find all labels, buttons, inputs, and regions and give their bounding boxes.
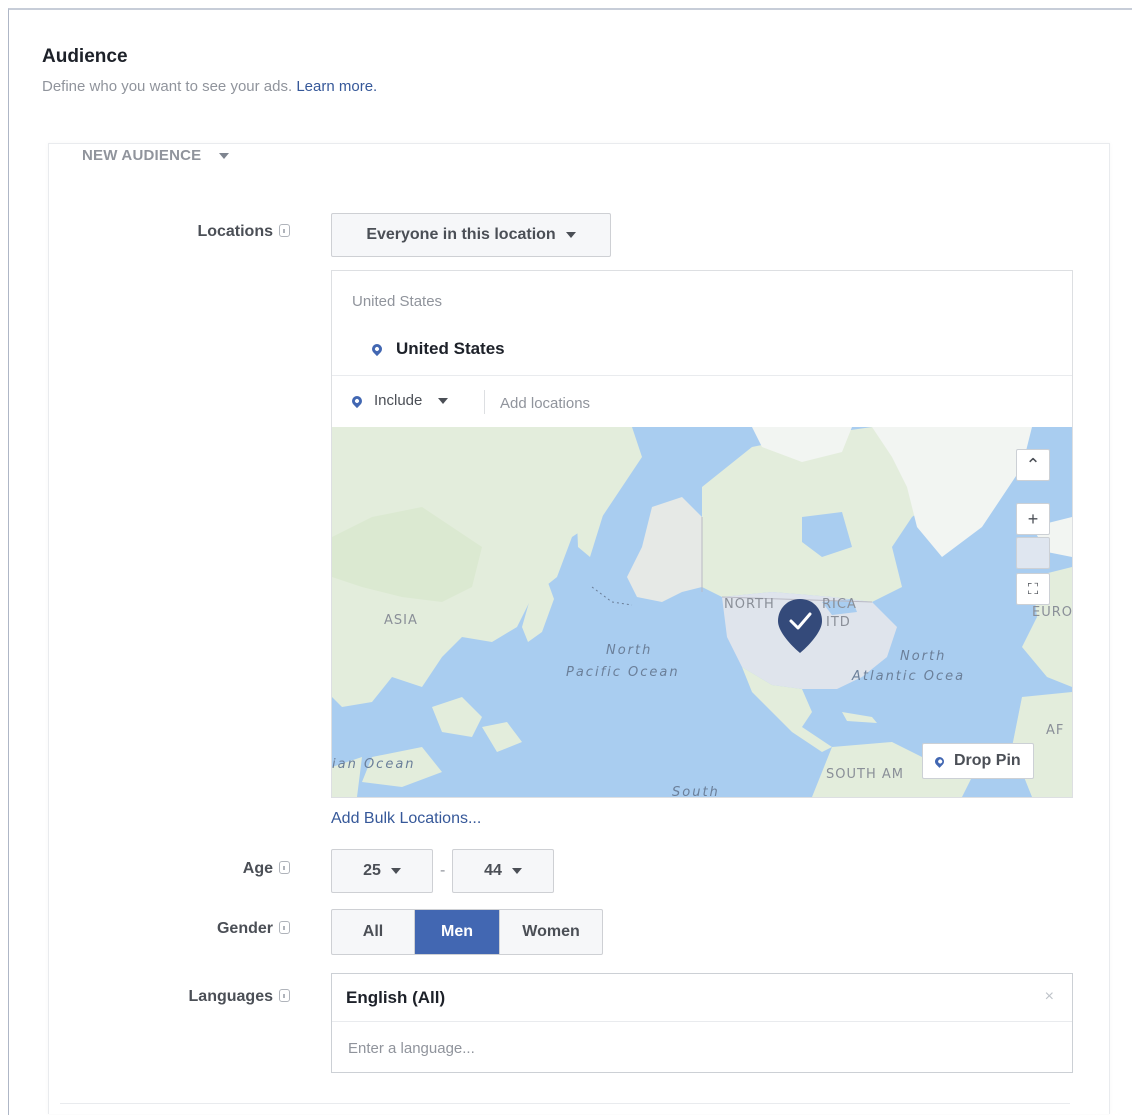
selected-language: English (All) xyxy=(346,988,446,1007)
subtitle-text: Define who you want to see your ads. xyxy=(42,78,293,95)
gender-men-option[interactable]: Men xyxy=(415,910,500,954)
locations-label: Locations xyxy=(0,223,290,241)
fit-bounds-button[interactable]: ⛶ xyxy=(1016,573,1050,605)
section-title: Audience xyxy=(42,46,128,67)
location-pin-icon xyxy=(369,341,385,357)
map-label-rica: RICA xyxy=(822,597,857,612)
age-min-value: 25 xyxy=(363,862,381,879)
map-label-north-atlantic: North xyxy=(900,649,947,664)
map-label-euro: EURO xyxy=(1032,605,1072,620)
divider xyxy=(484,390,485,414)
map-label-af: AF xyxy=(1046,723,1065,738)
selected-location-label: United States xyxy=(396,339,505,358)
map-graphic xyxy=(332,427,1072,797)
gender-label-text: Gender xyxy=(216,920,273,937)
zoom-in-button[interactable]: + xyxy=(1016,503,1050,535)
add-bulk-locations-link[interactable]: Add Bulk Locations... xyxy=(331,810,481,828)
caret-down-icon xyxy=(565,232,576,238)
zoom-slider[interactable] xyxy=(1016,537,1050,569)
age-min-select[interactable]: 25 xyxy=(331,849,433,893)
age-max-value: 44 xyxy=(484,862,502,879)
map-label-south: South xyxy=(672,785,720,797)
plus-icon: + xyxy=(1027,508,1039,529)
add-locations-input[interactable] xyxy=(498,390,1062,416)
remove-language-icon[interactable]: × xyxy=(1045,988,1054,1006)
include-label: Include xyxy=(374,392,423,409)
add-location-row: Include xyxy=(332,375,1072,428)
caret-down-icon xyxy=(438,397,449,404)
map-label-north-pacific: North xyxy=(606,643,653,658)
languages-label: Languages xyxy=(0,988,290,1006)
map-label-atlantic-ocean: Atlantic Ocea xyxy=(852,669,966,684)
gender-toggle: All Men Women xyxy=(331,909,603,955)
expand-icon: ⛶ xyxy=(1027,580,1039,598)
gender-label: Gender xyxy=(0,920,290,938)
location-pin-icon xyxy=(933,754,946,768)
map-label-north: NORTH xyxy=(724,597,775,612)
map-label-asia: ASIA xyxy=(384,613,418,628)
info-icon[interactable] xyxy=(279,224,290,237)
age-separator: - xyxy=(440,862,446,879)
map-label-south-america: SOUTH AM xyxy=(826,767,904,782)
age-label: Age xyxy=(0,860,290,878)
divider xyxy=(60,1103,1070,1104)
learn-more-link[interactable]: Learn more. xyxy=(296,78,377,95)
locations-label-text: Locations xyxy=(197,223,273,240)
locations-box: United States United States Include Add … xyxy=(331,270,1073,798)
languages-box: English (All) × xyxy=(331,973,1073,1073)
gender-all-option[interactable]: All xyxy=(332,910,415,954)
location-type-value: Everyone in this location xyxy=(366,226,556,243)
divider xyxy=(332,1021,1072,1022)
location-group-header: United States xyxy=(352,293,443,310)
map-label-itd: ITD xyxy=(826,615,851,630)
age-label-text: Age xyxy=(242,860,273,877)
info-icon[interactable] xyxy=(279,921,290,934)
gender-women-option[interactable]: Women xyxy=(500,910,602,954)
age-max-select[interactable]: 44 xyxy=(452,849,554,893)
drop-pin-button[interactable]: Drop Pin xyxy=(922,743,1034,779)
caret-down-icon xyxy=(219,153,230,160)
location-type-dropdown[interactable]: Everyone in this location xyxy=(331,213,611,257)
map-label-pacific-ocean: Pacific Ocean xyxy=(566,665,680,680)
languages-label-text: Languages xyxy=(188,988,273,1005)
selected-location[interactable]: United States xyxy=(369,339,505,359)
include-dropdown[interactable]: Include xyxy=(349,392,449,409)
location-map[interactable]: ASIA NORTH RICA ITD EURO North Pacific O… xyxy=(332,427,1072,797)
caret-down-icon xyxy=(390,868,401,874)
info-icon[interactable] xyxy=(279,861,290,874)
section-subtitle: Define who you want to see your ads. Lea… xyxy=(42,78,377,95)
map-label-indian-ocean: ian Ocean xyxy=(332,757,416,772)
language-input[interactable] xyxy=(346,1034,1050,1062)
map-collapse-button[interactable]: ⌃ xyxy=(1016,449,1050,481)
location-pin-icon xyxy=(349,393,365,408)
chevron-up-icon: ⌃ xyxy=(1025,454,1041,475)
info-icon[interactable] xyxy=(279,989,290,1002)
drop-pin-label: Drop Pin xyxy=(954,752,1021,769)
new-audience-dropdown[interactable]: NEW AUDIENCE xyxy=(82,147,230,164)
new-audience-label: NEW AUDIENCE xyxy=(82,147,202,164)
caret-down-icon xyxy=(511,868,522,874)
